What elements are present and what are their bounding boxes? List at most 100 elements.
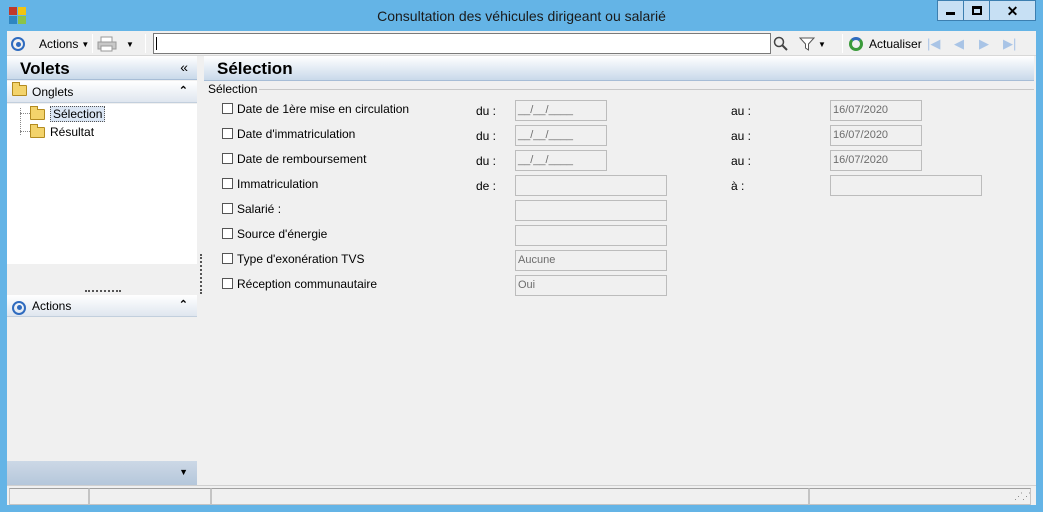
open-folder-icon <box>30 105 45 120</box>
criteria-row-salarie: Salarié : <box>204 199 1034 221</box>
date-to-field[interactable]: 16/07/2020 <box>830 100 922 121</box>
side-panel-footer: ▼ <box>7 461 197 485</box>
filter-button[interactable]: ▼ <box>799 34 826 54</box>
dropdown-arrow-icon: ▼ <box>126 39 134 49</box>
expand-menu-icon[interactable]: ▼ <box>179 467 188 477</box>
criteria-checkbox[interactable] <box>222 203 233 214</box>
criteria-label: Immatriculation <box>237 177 319 191</box>
status-bar: ⋰⋰ <box>7 485 1036 505</box>
folder-icon <box>30 123 45 138</box>
side-panel: Volets « Onglets ⌃ Sélection Résultat Ac… <box>7 56 197 505</box>
reception-communautaire-field[interactable]: Oui <box>515 275 667 296</box>
exoneration-tvs-field[interactable]: Aucune <box>515 250 667 271</box>
date-from-field[interactable]: __/__/____ <box>515 100 607 121</box>
criteria-row-mise-en-circulation: Date de 1ère mise en circulation du : __… <box>204 99 1034 121</box>
close-icon: ✕ <box>1006 2 1019 19</box>
criteria-checkbox[interactable] <box>222 253 233 264</box>
onglets-group-label: Onglets <box>32 85 74 99</box>
immatriculation-to-field[interactable] <box>830 175 982 196</box>
tree-item-resultat[interactable]: Résultat <box>30 123 95 140</box>
criteria-label: Date de 1ère mise en circulation <box>237 102 410 116</box>
next-record-button[interactable]: ▶ <box>979 34 989 54</box>
folder-icon <box>12 82 27 99</box>
date-to-field[interactable]: 16/07/2020 <box>830 150 922 171</box>
maximize-button[interactable] <box>963 0 990 21</box>
to-label: à : <box>731 179 745 193</box>
print-options-button[interactable]: ▼ <box>123 34 134 54</box>
refresh-button[interactable]: Actualiser <box>849 34 922 54</box>
navigation-button[interactable] <box>11 34 25 54</box>
tree-item-selection[interactable]: Sélection <box>30 105 106 122</box>
selection-header: Sélection <box>204 56 1034 81</box>
date-from-field[interactable]: __/__/____ <box>515 150 607 171</box>
last-icon: ▶| <box>1003 36 1017 51</box>
criteria-label: Type d'exonération TVS <box>237 252 365 266</box>
last-record-button[interactable]: ▶| <box>1003 34 1016 54</box>
from-label: du : <box>476 104 497 118</box>
toolbar-separator <box>92 34 93 53</box>
immatriculation-from-field[interactable] <box>515 175 667 196</box>
salarie-field[interactable] <box>515 200 667 221</box>
from-label: du : <box>476 154 497 168</box>
tree-item-label: Sélection <box>50 106 106 122</box>
toolbar-separator <box>145 34 146 53</box>
status-cell <box>89 488 211 505</box>
tree-item-label: Résultat <box>50 125 95 139</box>
criteria-label: Date d'immatriculation <box>237 127 356 141</box>
actions-group-header[interactable]: Actions ⌃ <box>7 295 197 317</box>
criteria-row-source-energie: Source d'énergie <box>204 224 1034 246</box>
client-area: Actions ▼ ▼ ▼ Actualiser |◀ ◀ ▶ ▶| Volet… <box>7 31 1036 505</box>
criteria-checkbox[interactable] <box>222 178 233 189</box>
groupbox-border <box>259 89 1034 90</box>
actions-menu-label: Actions <box>39 37 79 51</box>
to-label: au : <box>731 129 752 143</box>
title-bar[interactable]: Consultation des véhicules dirigeant ou … <box>0 0 1043 31</box>
refresh-icon <box>849 37 863 51</box>
criteria-checkbox[interactable] <box>222 103 233 114</box>
criteria-row-immatriculation: Immatriculation de : à : <box>204 174 1034 196</box>
previous-record-button[interactable]: ◀ <box>954 34 964 54</box>
status-cell <box>211 488 809 505</box>
from-label: de : <box>476 179 497 193</box>
app-window: Consultation des véhicules dirigeant ou … <box>0 0 1043 512</box>
criteria-row-exoneration-tvs: Type d'exonération TVS Aucune <box>204 249 1034 271</box>
close-button[interactable]: ✕ <box>989 0 1036 21</box>
minimize-button[interactable] <box>937 0 964 21</box>
criteria-label: Réception communautaire <box>237 277 378 291</box>
criteria-checkbox[interactable] <box>222 228 233 239</box>
source-energie-field[interactable] <box>515 225 667 246</box>
panel-splitter-handle[interactable] <box>85 290 121 292</box>
criteria-checkbox[interactable] <box>222 153 233 164</box>
criteria-row-immatriculation-date: Date d'immatriculation du : __/__/____ a… <box>204 124 1034 146</box>
search-input[interactable] <box>153 33 771 54</box>
filter-icon <box>799 37 815 51</box>
toolbar: Actions ▼ ▼ ▼ Actualiser |◀ ◀ ▶ ▶| <box>7 31 1036 56</box>
vertical-splitter-handle[interactable] <box>200 254 202 294</box>
criteria-label: Salarié : <box>237 202 282 216</box>
first-record-button[interactable]: |◀ <box>927 34 940 54</box>
print-button[interactable] <box>97 34 117 54</box>
next-icon: ▶ <box>979 36 989 51</box>
criteria-checkbox[interactable] <box>222 278 233 289</box>
to-label: au : <box>731 104 752 118</box>
search-button[interactable] <box>773 34 789 54</box>
side-panel-header: Volets « <box>7 56 197 80</box>
collapse-group-icon[interactable]: ⌃ <box>179 84 188 97</box>
tree-connector <box>20 113 30 114</box>
resize-grip-icon[interactable]: ⋰⋰ <box>1014 491 1031 502</box>
collapse-group-icon[interactable]: ⌃ <box>179 298 188 311</box>
refresh-label: Actualiser <box>869 37 922 51</box>
date-to-field[interactable]: 16/07/2020 <box>830 125 922 146</box>
actions-group-label: Actions <box>32 299 72 313</box>
tab-tree: Sélection Résultat <box>7 104 197 264</box>
window-title: Consultation des véhicules dirigeant ou … <box>377 8 666 24</box>
actions-menu-button[interactable]: Actions ▼ <box>39 34 89 54</box>
target-icon <box>11 37 25 51</box>
criteria-checkbox[interactable] <box>222 128 233 139</box>
date-from-field[interactable]: __/__/____ <box>515 125 607 146</box>
collapse-panel-icon[interactable]: « <box>180 59 188 75</box>
onglets-group-header[interactable]: Onglets ⌃ <box>7 81 197 103</box>
to-label: au : <box>731 154 752 168</box>
previous-icon: ◀ <box>954 36 964 51</box>
groupbox-label: Sélection <box>208 82 260 96</box>
